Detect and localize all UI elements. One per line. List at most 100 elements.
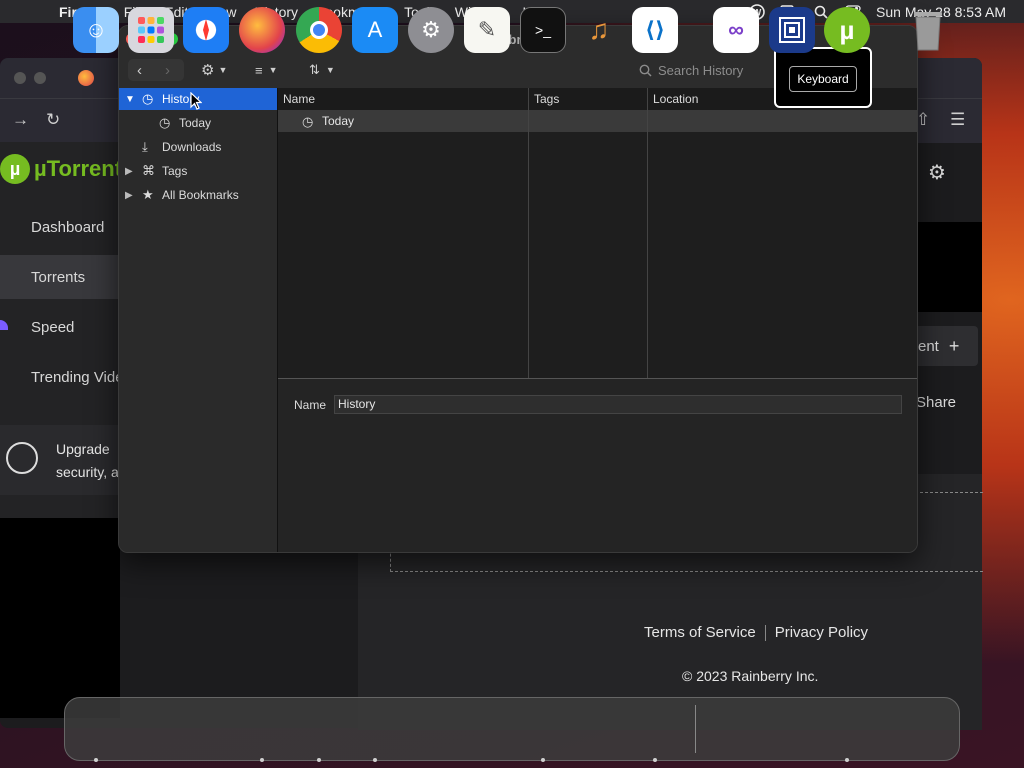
hamburger-menu-icon[interactable]: ☰ — [950, 110, 965, 130]
search-icon — [639, 64, 652, 77]
dock-system-settings-icon[interactable]: ⚙ — [408, 7, 454, 53]
gear-icon: ⚙ — [201, 62, 215, 79]
firefox-tab-icon[interactable] — [78, 70, 94, 86]
nav-dashboard[interactable]: Dashboard — [0, 205, 120, 249]
share-label: Share — [916, 394, 957, 411]
keyboard-shortcut-overlay: Keyboard — [774, 47, 872, 108]
dock-firefox-icon[interactable] — [239, 7, 285, 53]
keyboard-key-label: Keyboard — [789, 66, 857, 92]
dock — [64, 697, 960, 761]
privacy-link[interactable]: Privacy Policy — [775, 624, 868, 641]
dock-textedit-icon[interactable]: ✎ — [464, 7, 510, 53]
terms-link[interactable]: Terms of Service — [644, 624, 756, 641]
speed-icon — [0, 320, 8, 330]
sidebar-item-today[interactable]: ◷ Today — [119, 112, 277, 134]
dock-safari-icon[interactable] — [183, 7, 229, 53]
reload-icon[interactable]: ↻ — [46, 110, 60, 130]
clock-icon: ◷ — [142, 91, 154, 106]
dock-divider — [695, 705, 696, 753]
dock-launchpad-icon[interactable] — [128, 7, 174, 53]
dock-chrome-icon[interactable] — [296, 7, 342, 53]
footer-divider — [764, 624, 766, 641]
nav-speed-label: Speed — [31, 318, 75, 336]
sidebar-bookmarks-label: All Bookmarks — [162, 188, 239, 202]
plus-icon: + — [948, 335, 960, 356]
column-header-tags[interactable]: Tags — [529, 88, 647, 110]
sidebar-tags-label: Tags — [162, 164, 188, 178]
detail-name-field[interactable]: History — [334, 395, 902, 414]
dock-terminal-icon[interactable]: >_ — [520, 7, 566, 53]
sidebar-today-label: Today — [179, 116, 212, 130]
search-placeholder: Search History — [658, 62, 744, 78]
upgrade-title: Upgrade — [56, 441, 110, 457]
sidebar-item-tags[interactable]: ▶ ⌘ Tags — [119, 160, 277, 182]
chevron-down-icon: ▼ — [325, 65, 335, 75]
mouse-pointer-icon — [190, 91, 203, 115]
chevron-right-icon[interactable]: ▶ — [125, 190, 133, 201]
clock-icon: ◷ — [159, 115, 171, 130]
sidebar-item-downloads[interactable]: ⤓ Downloads — [119, 136, 277, 158]
dock-vscode-icon[interactable]: ⟨⟩ — [632, 7, 678, 53]
upgrade-banner[interactable]: Upgrade security, a — [0, 425, 120, 495]
nav-dashboard-label: Dashboard — [31, 218, 105, 236]
utorrent-logo-icon: µ — [0, 154, 30, 184]
dock-remote-desktop-icon[interactable] — [769, 7, 815, 53]
list-view-icon: ≡ — [255, 62, 263, 78]
star-icon: ★ — [142, 187, 154, 202]
dock-running-indicator — [260, 758, 264, 762]
nav-speed[interactable]: Speed — [0, 305, 120, 349]
back-icon[interactable]: ‹ — [137, 60, 142, 80]
chevron-right-icon[interactable]: ▶ — [125, 166, 133, 177]
library-sidebar: ▼ ◷ History ◷ Today ⤓ Downloads ▶ ⌘ Tags… — [119, 88, 278, 552]
dock-finder-icon[interactable]: ☺ — [73, 7, 119, 53]
window-control-dot — [34, 72, 46, 84]
utorrent-pro-logo-icon — [6, 442, 38, 474]
dock-visual-studio-icon[interactable]: ∞ — [713, 7, 759, 53]
nav-trending-videos[interactable]: Trending Vide — [0, 355, 124, 399]
nav-torrents[interactable]: Torrents — [0, 255, 120, 299]
dock-running-indicator — [317, 758, 321, 762]
share-page-icon[interactable]: ⇧ — [916, 110, 930, 130]
dock-app-store-icon[interactable]: A — [352, 7, 398, 53]
sidebar-item-all-bookmarks[interactable]: ▶ ★ All Bookmarks — [119, 184, 277, 206]
chevron-down-icon[interactable]: ▼ — [125, 94, 135, 105]
background-panel — [0, 518, 120, 718]
sort-arrows-icon: ⇅ — [309, 62, 320, 77]
views-menu-button[interactable]: ≡ ▼ — [255, 60, 278, 80]
add-torrent-button[interactable]: ent + — [910, 326, 978, 366]
dock-running-indicator — [373, 758, 377, 762]
utorrent-brand: µ µTorrent — [0, 154, 122, 184]
chevron-down-icon: ▼ — [268, 65, 278, 75]
detail-name-label: Name — [294, 398, 327, 412]
share-button[interactable]: Share — [916, 394, 956, 411]
window-control-dot — [14, 72, 26, 84]
dock-trash-icon[interactable] — [905, 7, 951, 53]
chevron-down-icon: ▼ — [218, 65, 228, 75]
sidebar-downloads-label: Downloads — [162, 140, 222, 154]
row-name-cell: Today — [322, 114, 355, 128]
nav-torrents-label: Torrents — [31, 268, 86, 286]
dock-running-indicator — [845, 758, 849, 762]
forward-arrow-icon[interactable]: → — [12, 110, 29, 130]
dock-garageband-icon[interactable]: ♫ — [576, 7, 622, 53]
dock-utorrent-icon[interactable]: µ — [824, 7, 870, 53]
column-divider[interactable] — [647, 88, 648, 378]
dock-running-indicator — [94, 758, 98, 762]
detail-pane: Name History — [278, 378, 917, 552]
organize-menu-button[interactable]: ⚙ ▼ — [201, 60, 227, 80]
table-row[interactable]: ◷ Today — [278, 110, 917, 132]
footer-links: Terms of Service Privacy Policy — [644, 624, 868, 641]
search-history-field[interactable]: Search History — [639, 60, 743, 80]
download-icon: ⤓ — [142, 139, 148, 154]
dock-running-indicator — [541, 758, 545, 762]
add-torrent-label: ent — [918, 337, 939, 355]
upgrade-subtitle: security, a — [56, 464, 119, 480]
dock-running-indicator — [653, 758, 657, 762]
column-divider[interactable] — [528, 88, 529, 378]
column-header-name[interactable]: Name — [278, 88, 528, 110]
nav-trending-label: Trending Vide — [31, 368, 124, 386]
tag-icon: ⌘ — [142, 163, 155, 178]
settings-gear-icon[interactable]: ⚙ — [928, 160, 946, 185]
forward-icon[interactable]: › — [165, 60, 170, 80]
import-export-button[interactable]: ⇅ ▼ — [309, 60, 335, 80]
